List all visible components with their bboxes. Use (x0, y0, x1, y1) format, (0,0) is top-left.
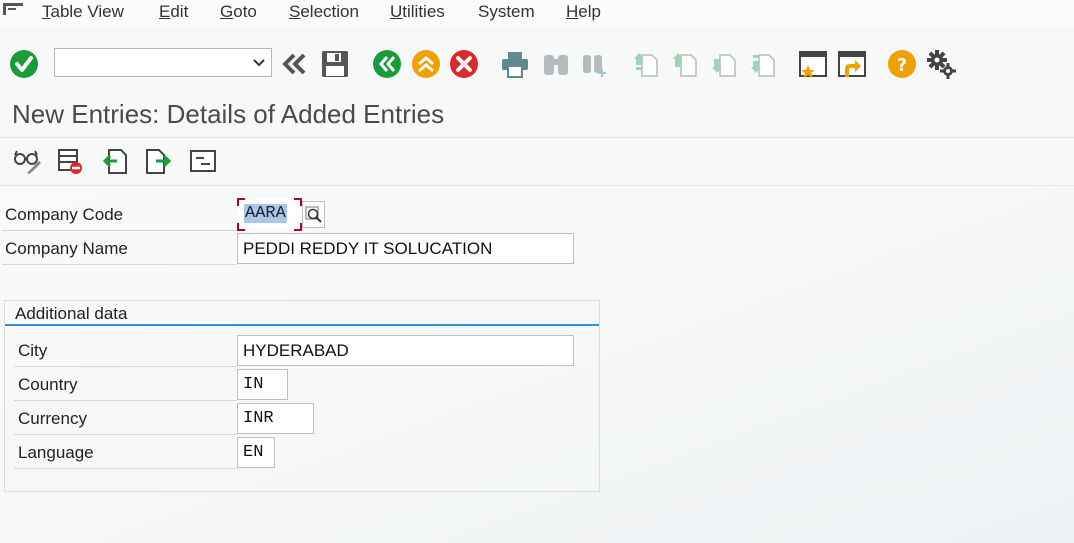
company-code-label: Company Code (5, 205, 124, 224)
additional-data-group: Additional data (4, 300, 600, 492)
print-icon (502, 52, 528, 78)
generate-shortcut-icon (838, 51, 866, 77)
chevron-down-icon[interactable] (251, 53, 267, 71)
svg-text:?: ? (897, 55, 907, 76)
command-field[interactable] (54, 48, 272, 77)
city-underline (14, 366, 237, 367)
menu-bar: Table View Edit Goto Selection Utilities… (0, 0, 1074, 26)
value-help-button[interactable] (302, 201, 325, 228)
previous-page-button[interactable] (668, 48, 700, 80)
page-title: New Entries: Details of Added Entries (12, 99, 445, 129)
menu-utilities[interactable]: Utilities (390, 2, 445, 22)
menu-selection[interactable]: Selection (289, 2, 359, 22)
find-next-icon (583, 55, 606, 77)
value-help-icon (305, 206, 322, 223)
previous-entry-button[interactable] (100, 146, 130, 176)
company-name-label: Company Name (5, 239, 128, 258)
menu-goto[interactable]: Goto (220, 2, 257, 22)
exit-button[interactable] (410, 48, 442, 80)
standard-toolbar: ? (0, 40, 1074, 96)
back-icon (373, 50, 401, 78)
previous-page-icon (673, 53, 697, 77)
previous-entry-icon (102, 149, 127, 174)
enter-button[interactable] (8, 48, 40, 80)
focus-corner (294, 223, 302, 231)
save-button[interactable] (319, 48, 351, 80)
title-bar: New Entries: Details of Added Entries (0, 96, 1074, 138)
new-session-button[interactable] (797, 48, 829, 80)
company-code-value: AARA (244, 204, 287, 223)
cancel-button[interactable] (448, 48, 480, 80)
last-page-button[interactable] (746, 48, 778, 80)
new-session-icon (799, 51, 827, 78)
find-button[interactable] (540, 48, 572, 80)
display-change-icon (14, 150, 41, 174)
application-toolbar (0, 138, 1074, 186)
print-button[interactable] (499, 48, 531, 80)
menu-system[interactable]: System (478, 2, 535, 22)
language-input[interactable]: EN (237, 437, 275, 468)
next-page-icon (712, 54, 736, 77)
generate-shortcut-button[interactable] (836, 48, 868, 80)
language-underline (14, 468, 237, 469)
focus-corner (294, 198, 302, 206)
first-page-icon (634, 53, 658, 77)
city-label: City (18, 341, 48, 360)
group-title: Additional data (15, 304, 128, 323)
menu-table-view[interactable]: Table View (42, 2, 124, 22)
help-button[interactable]: ? (886, 48, 918, 80)
company-name-input[interactable]: PEDDI REDDY IT SOLUCATION (237, 233, 574, 264)
menu-help[interactable]: Help (566, 2, 601, 22)
help-icon: ? (888, 50, 916, 78)
back-chevrons-icon (282, 53, 306, 75)
currency-underline (14, 434, 237, 435)
enter-icon (10, 50, 38, 78)
city-input[interactable]: HYDERABAD (237, 335, 574, 366)
cancel-icon (450, 50, 478, 78)
country-label: Country (18, 375, 78, 394)
settings-gear-icon (927, 50, 956, 79)
system-menu-icon[interactable] (2, 2, 24, 16)
last-page-icon (751, 54, 775, 77)
settings-button[interactable] (925, 48, 957, 80)
company-code-underline (2, 230, 237, 231)
currency-label: Currency (18, 409, 87, 428)
display-change-button[interactable] (12, 146, 42, 176)
select-block-button[interactable] (188, 146, 218, 176)
menu-edit[interactable]: Edit (159, 2, 188, 22)
language-label: Language (18, 443, 94, 462)
delete-icon (58, 149, 82, 174)
first-page-button[interactable] (629, 48, 661, 80)
currency-input[interactable]: INR (237, 403, 314, 434)
company-code-field[interactable]: AARA (237, 198, 302, 231)
country-input[interactable]: IN (237, 369, 288, 400)
country-underline (14, 400, 237, 401)
save-icon (322, 51, 348, 77)
collapse-command-button[interactable] (278, 48, 310, 80)
back-button[interactable] (371, 48, 403, 80)
delete-button[interactable] (55, 146, 85, 176)
group-title-divider (5, 324, 599, 326)
find-next-button[interactable] (579, 48, 611, 80)
company-name-underline (2, 264, 237, 265)
next-entry-icon (146, 149, 172, 174)
select-block-icon (190, 150, 216, 172)
exit-icon (412, 50, 440, 78)
command-input[interactable] (55, 49, 245, 76)
focus-corner (237, 223, 245, 231)
next-entry-button[interactable] (143, 146, 173, 176)
find-icon (544, 55, 568, 75)
next-page-button[interactable] (707, 48, 739, 80)
